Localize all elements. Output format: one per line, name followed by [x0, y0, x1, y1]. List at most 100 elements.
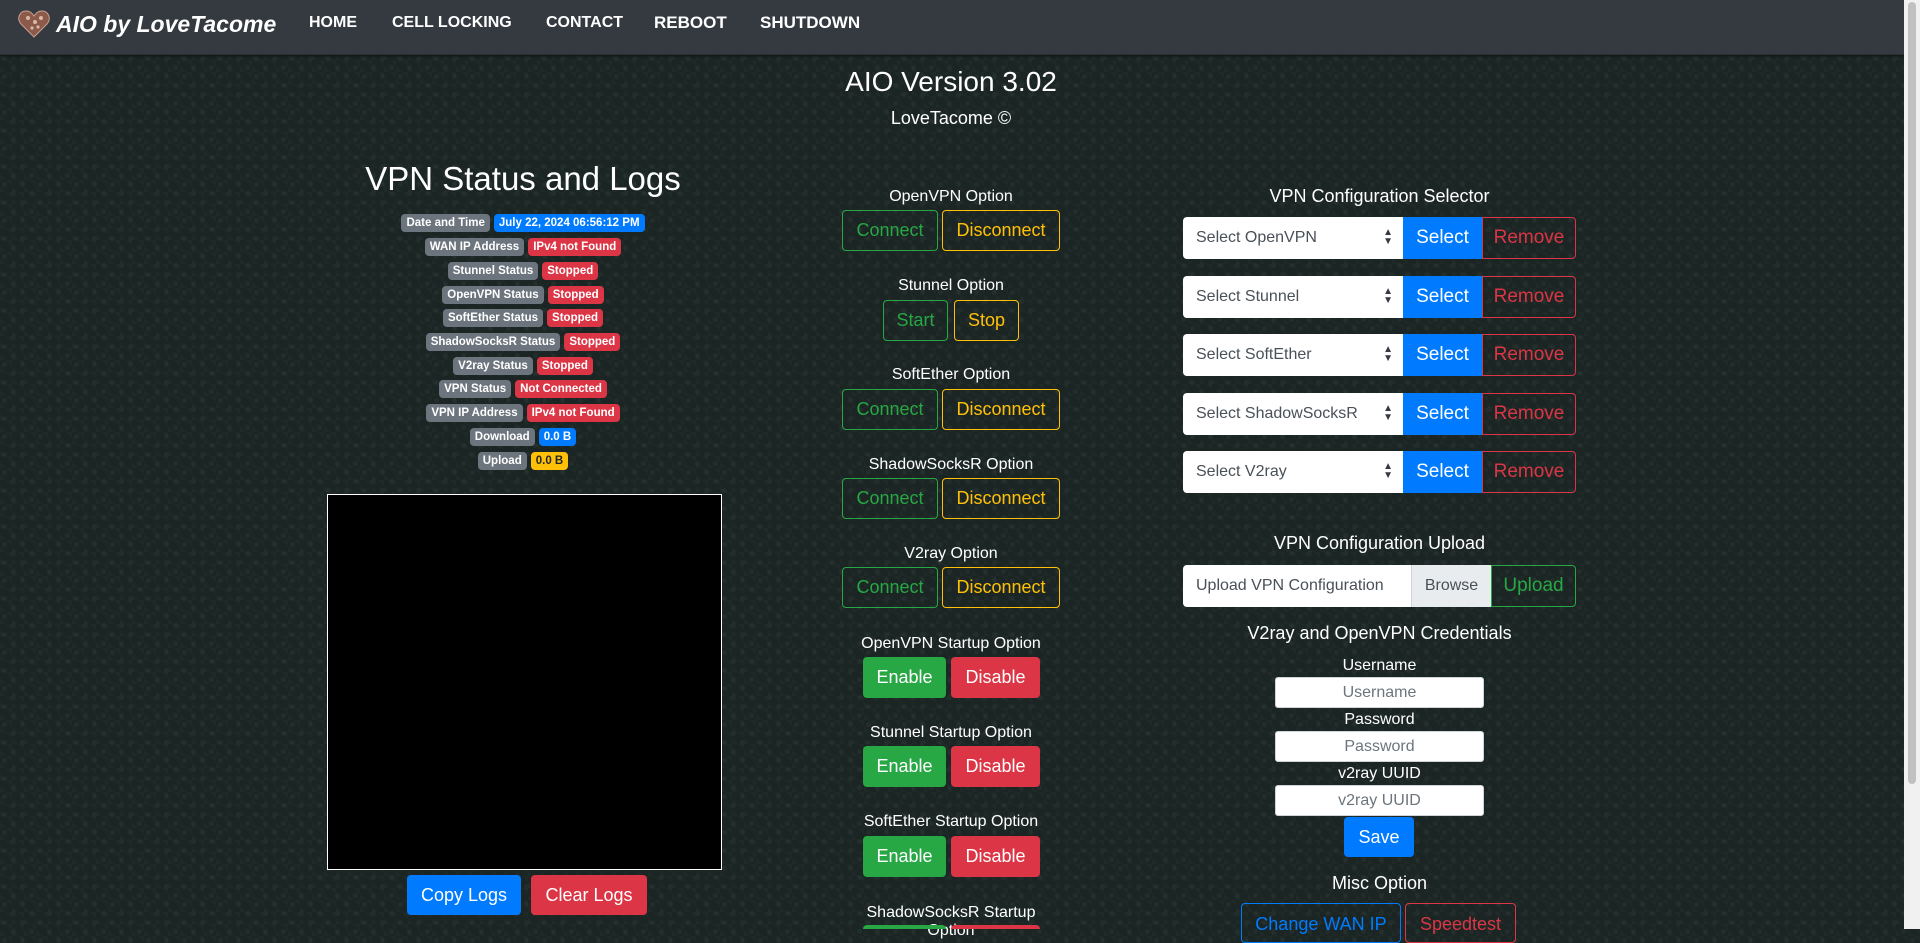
scrollbar[interactable] [1904, 0, 1920, 929]
softether-startup-disable-button[interactable]: Disable [951, 836, 1040, 877]
config-selector-title: VPN Configuration Selector [1269, 186, 1490, 206]
nav-home[interactable]: HOME [309, 14, 357, 32]
speedtest-button[interactable]: Speedtest [1405, 903, 1516, 943]
copy-logs-button[interactable]: Copy Logs [407, 875, 521, 915]
softether-startup-label: SoftEther Startup Option [863, 813, 1039, 830]
status-label: VPN Status [439, 380, 512, 398]
status-value: Stopped [536, 357, 593, 375]
softether-connect-button[interactable]: Connect [842, 389, 938, 430]
select-stunnel-button[interactable]: Select [1403, 276, 1482, 318]
stunnel-option-label: Stunnel Option [898, 277, 1004, 294]
select-openvpn-dropdown[interactable]: Select OpenVPN ▲ ▼ [1183, 217, 1403, 259]
shadowsocksr-startup-disable-button[interactable] [951, 925, 1040, 929]
v2ray-option-label: V2ray Option [904, 545, 998, 562]
status-value: July 22, 2024 06:56:12 PM [493, 214, 645, 232]
upload-placeholder: Upload VPN Configuration [1196, 577, 1384, 594]
v2ray-connect-button[interactable]: Connect [842, 567, 938, 608]
chevron-updown-icon: ▲ ▼ [1383, 286, 1393, 306]
status-value: Stopped [564, 333, 621, 351]
openvpn-startup-label: OpenVPN Startup Option [861, 635, 1041, 652]
upload-button[interactable]: Upload [1491, 565, 1576, 607]
status-label: WAN IP Address [424, 238, 525, 256]
nav-contact[interactable]: CONTACT [546, 14, 623, 32]
clear-logs-button[interactable]: Clear Logs [531, 875, 647, 915]
status-value: Stopped [547, 309, 604, 327]
upload-file-input[interactable]: Upload VPN Configuration [1183, 565, 1411, 607]
status-label: Upload [477, 452, 527, 470]
copyright: LoveTacome © [890, 108, 1012, 128]
shadowsocksr-disconnect-button[interactable]: Disconnect [942, 478, 1060, 519]
select-v2ray-button[interactable]: Select [1403, 451, 1482, 493]
status-row-datetime: Date and Time July 22, 2024 06:56:12 PM [273, 214, 773, 232]
password-label: Password [1344, 711, 1415, 728]
remove-openvpn-button[interactable]: Remove [1482, 217, 1576, 259]
openvpn-startup-enable-button[interactable]: Enable [863, 657, 946, 698]
nav-cell-locking[interactable]: CELL LOCKING [392, 14, 512, 32]
nav-shutdown[interactable]: SHUTDOWN [760, 13, 860, 33]
status-row-openvpn: OpenVPN Status Stopped [273, 286, 773, 304]
openvpn-startup-disable-button[interactable]: Disable [951, 657, 1040, 698]
stunnel-start-button[interactable]: Start [883, 300, 948, 341]
status-label: OpenVPN Status [442, 286, 544, 304]
status-row-download: Download 0.0 B [273, 428, 773, 446]
remove-v2ray-button[interactable]: Remove [1482, 451, 1576, 493]
chevron-updown-icon: ▲ ▼ [1383, 344, 1393, 364]
select-openvpn-button[interactable]: Select [1403, 217, 1482, 259]
openvpn-disconnect-button[interactable]: Disconnect [942, 210, 1060, 251]
shadowsocksr-startup-label: ShadowSocksR Startup Option [866, 904, 1036, 939]
openvpn-option-label: OpenVPN Option [889, 188, 1013, 205]
remove-softether-button[interactable]: Remove [1482, 334, 1576, 376]
select-v2ray-dropdown[interactable]: Select V2ray ▲ ▼ [1183, 451, 1403, 493]
chevron-updown-icon: ▲ ▼ [1383, 227, 1393, 247]
select-softether-dropdown[interactable]: Select SoftEther ▲ ▼ [1183, 334, 1403, 376]
select-shadowsocksr-placeholder: Select ShadowSocksR [1196, 405, 1358, 422]
status-row-upload: Upload 0.0 B [273, 452, 773, 470]
username-label: Username [1342, 657, 1417, 674]
status-label: SoftEther Status [442, 309, 544, 327]
shadowsocksr-startup-enable-button[interactable] [863, 925, 946, 929]
username-input[interactable] [1275, 677, 1484, 708]
brand[interactable]: AIO by LoveTacome [18, 10, 276, 38]
heart-logo-icon [18, 10, 50, 38]
status-value: Stopped [542, 262, 599, 280]
status-label: V2ray Status [453, 357, 533, 375]
status-value: IPv4 not Found [526, 404, 620, 422]
v2ray-disconnect-button[interactable]: Disconnect [942, 567, 1060, 608]
nav-reboot[interactable]: REBOOT [654, 13, 727, 33]
stunnel-startup-enable-button[interactable]: Enable [863, 746, 946, 787]
select-softether-button[interactable]: Select [1403, 334, 1482, 376]
status-row-shadowsocksr: ShadowSocksR Status Stopped [273, 333, 773, 351]
select-shadowsocksr-button[interactable]: Select [1403, 393, 1482, 435]
select-shadowsocksr-dropdown[interactable]: Select ShadowSocksR ▲ ▼ [1183, 393, 1403, 435]
status-label: ShadowSocksR Status [425, 333, 561, 351]
stunnel-startup-disable-button[interactable]: Disable [951, 746, 1040, 787]
config-upload-title: VPN Configuration Upload [1273, 533, 1486, 553]
scrollbar-thumb[interactable] [1908, 2, 1916, 784]
change-wan-ip-button[interactable]: Change WAN IP [1241, 903, 1401, 943]
softether-disconnect-button[interactable]: Disconnect [942, 389, 1060, 430]
save-button[interactable]: Save [1344, 817, 1414, 857]
softether-option-label: SoftEther Option [891, 366, 1011, 383]
status-row-v2ray: V2ray Status Stopped [273, 357, 773, 375]
stunnel-startup-label: Stunnel Startup Option [870, 724, 1032, 741]
remove-shadowsocksr-button[interactable]: Remove [1482, 393, 1576, 435]
openvpn-connect-button[interactable]: Connect [842, 210, 938, 251]
status-value: IPv4 not Found [528, 238, 622, 256]
select-stunnel-dropdown[interactable]: Select Stunnel ▲ ▼ [1183, 276, 1403, 318]
shadowsocksr-option-label: ShadowSocksR Option [868, 456, 1034, 473]
shadowsocksr-connect-button[interactable]: Connect [842, 478, 938, 519]
stunnel-stop-button[interactable]: Stop [954, 300, 1019, 341]
status-row-vpn-ip: VPN IP Address IPv4 not Found [273, 404, 773, 422]
log-output[interactable] [327, 494, 722, 870]
status-value: 0.0 B [538, 428, 577, 446]
uuid-input[interactable] [1275, 785, 1484, 816]
status-row-wan-ip: WAN IP Address IPv4 not Found [273, 238, 773, 256]
browse-button[interactable]: Browse [1411, 565, 1491, 607]
select-v2ray-placeholder: Select V2ray [1196, 463, 1287, 480]
navbar: AIO by LoveTacome HOME CELL LOCKING CONT… [0, 0, 1904, 55]
password-input[interactable] [1275, 731, 1484, 762]
status-row-softether: SoftEther Status Stopped [273, 309, 773, 327]
softether-startup-enable-button[interactable]: Enable [863, 836, 946, 877]
version-title: AIO Version 3.02 [845, 66, 1057, 97]
remove-stunnel-button[interactable]: Remove [1482, 276, 1576, 318]
